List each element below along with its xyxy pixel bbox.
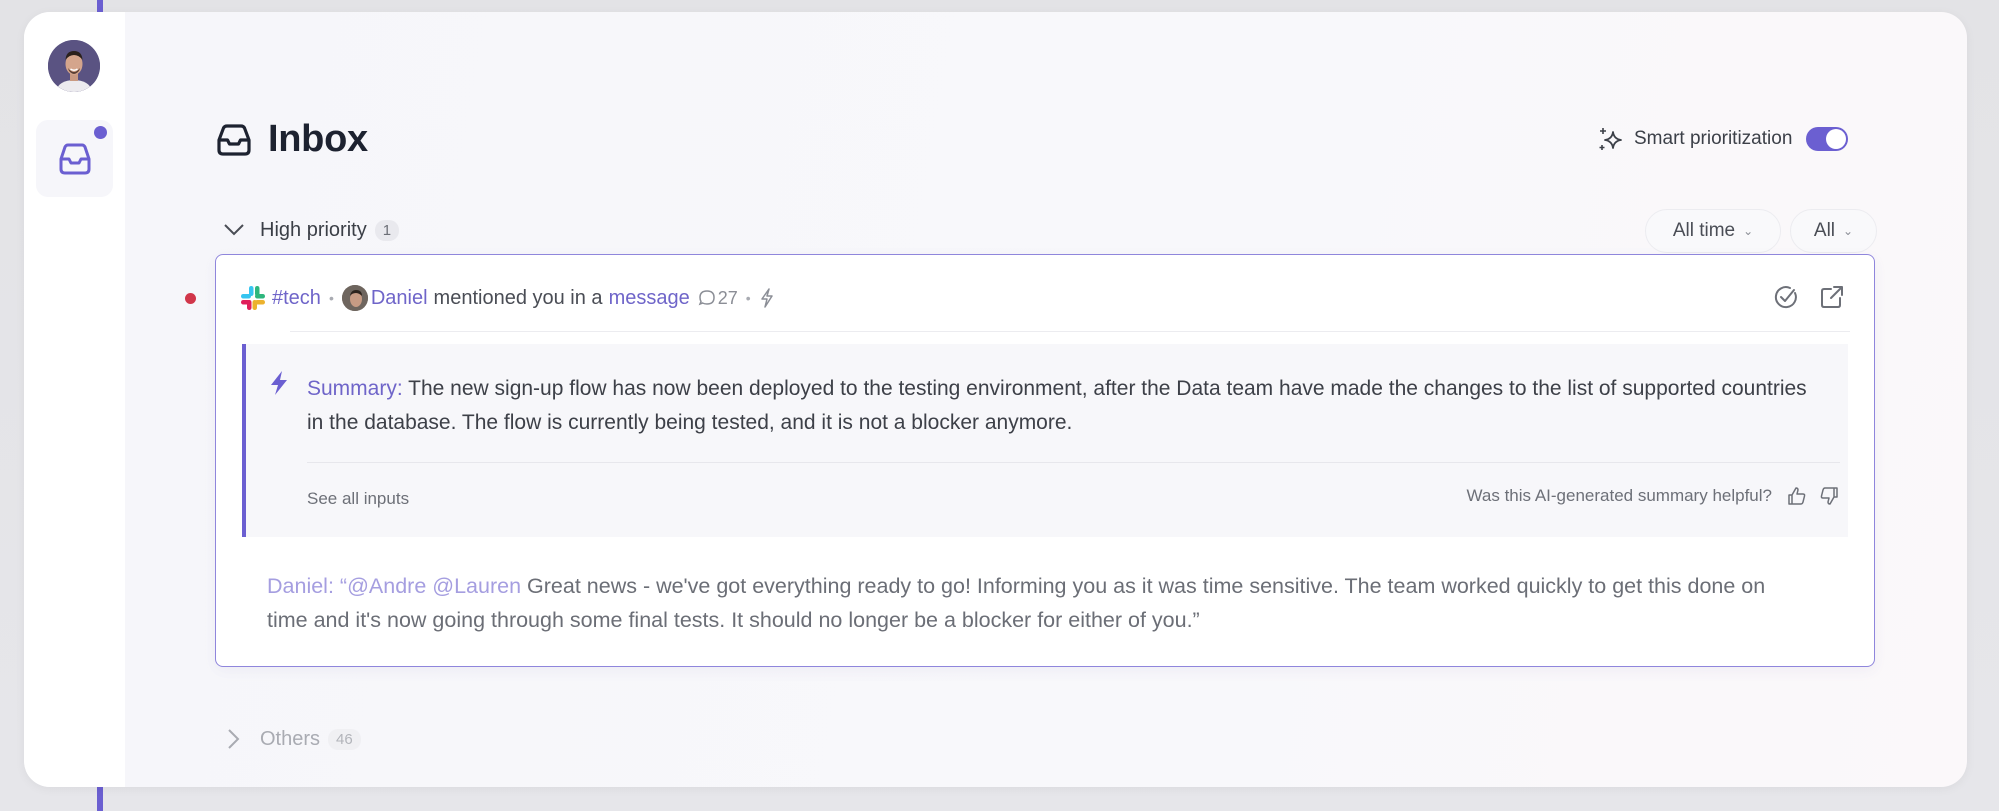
chevron-right-icon[interactable] — [220, 725, 248, 753]
see-all-inputs-link[interactable]: See all inputs — [307, 489, 409, 509]
count-badge: 46 — [328, 728, 361, 750]
sparkles-icon — [1599, 128, 1622, 150]
chevron-down-icon[interactable] — [220, 216, 248, 244]
type-filter-value: All — [1813, 220, 1836, 241]
time-filter-value: All time — [1672, 220, 1736, 241]
count-badge: 1 — [374, 219, 400, 241]
summary-feedback: Was this AI-generated summary helpful? — [1466, 485, 1840, 507]
avatar-photo — [48, 40, 100, 92]
author-avatar — [341, 285, 368, 311]
chevron-down-icon: ⌄ — [1743, 224, 1754, 238]
thumbs-up-button[interactable] — [1786, 485, 1808, 507]
summary-body: The new sign-up flow has now been deploy… — [307, 377, 1807, 434]
section-high-priority[interactable]: High priority 1 — [220, 216, 400, 244]
type-filter-dropdown[interactable]: All ⌄ — [1790, 209, 1877, 253]
page-title: Inbox — [268, 118, 368, 160]
slack-icon — [241, 286, 265, 310]
inbox-icon — [217, 123, 251, 156]
thumbs-up-icon — [1788, 487, 1806, 505]
thumbs-down-button[interactable] — [1818, 485, 1840, 507]
avatar[interactable] — [48, 40, 100, 92]
page-header: Inbox — [216, 118, 368, 161]
comment-count: 27 — [717, 287, 738, 308]
chevron-down-icon: ⌄ — [1843, 224, 1854, 238]
inbox-item-card[interactable]: #tech • Daniel mentioned you in a messag… — [215, 254, 1875, 667]
message-mentions: @Andre @Lauren — [347, 574, 522, 598]
lightning-icon — [760, 288, 773, 308]
item-header: #tech • Daniel mentioned you in a messag… — [240, 285, 775, 311]
section-label: High priority — [260, 218, 367, 241]
lightning-icon — [271, 371, 287, 395]
summary-text: Summary: The new sign-up flow has now be… — [307, 372, 1820, 440]
sidebar-item-inbox[interactable] — [36, 120, 113, 197]
divider — [290, 331, 1850, 332]
time-filter-dropdown[interactable]: All time ⌄ — [1645, 209, 1781, 253]
toggle-knob — [1826, 129, 1847, 149]
separator: • — [745, 290, 751, 306]
divider — [307, 462, 1840, 463]
message-link[interactable]: message — [609, 287, 690, 310]
open-external-button[interactable] — [1818, 283, 1846, 311]
separator: • — [328, 290, 334, 306]
feedback-prompt: Was this AI-generated summary helpful? — [1466, 486, 1772, 505]
channel-link[interactable]: #tech — [272, 287, 321, 310]
comment-icon — [698, 290, 715, 306]
smart-prioritization: Smart prioritization — [1598, 126, 1849, 152]
inbox-icon — [59, 143, 90, 174]
item-actions — [1772, 283, 1846, 311]
mark-done-button[interactable] — [1772, 283, 1800, 311]
thumbs-down-icon — [1820, 487, 1838, 505]
timeline-guide-bottom — [97, 785, 103, 811]
author-link[interactable]: Daniel — [371, 287, 428, 310]
section-label: Others — [260, 727, 321, 750]
action-text: mentioned you in a — [433, 286, 603, 309]
section-others[interactable]: Others 46 — [220, 725, 361, 753]
summary-label: Summary: — [307, 377, 403, 400]
notification-dot — [94, 126, 107, 139]
external-link-icon — [1821, 286, 1843, 308]
check-circle-icon — [1774, 286, 1797, 309]
message-author: Daniel: — [267, 574, 334, 598]
ai-summary: Summary: The new sign-up flow has now be… — [242, 344, 1848, 537]
unread-indicator — [185, 293, 196, 304]
smart-prioritization-label: Smart prioritization — [1634, 128, 1793, 149]
app-window: Inbox Smart prioritization High priority… — [24, 12, 1967, 787]
sidebar — [24, 12, 125, 787]
smart-prioritization-toggle[interactable] — [1806, 127, 1849, 151]
message-preview: Daniel: “@Andre @Lauren Great news - we'… — [267, 569, 1804, 637]
